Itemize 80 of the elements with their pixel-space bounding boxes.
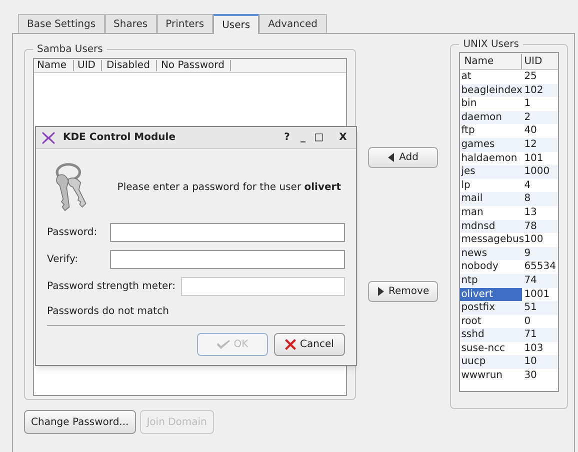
title-bar-button[interactable]: □ <box>312 130 326 144</box>
action-button[interactable]: Change Password... <box>24 410 136 434</box>
title-bar-button[interactable]: _ <box>296 130 310 144</box>
uid-cell-text: 8 <box>523 192 532 206</box>
user-name-cell[interactable]: mail <box>460 192 522 206</box>
tab[interactable]: Users <box>213 14 260 34</box>
prompt-text: Please enter a password for the user olivert <box>117 180 341 194</box>
uid-cell-text: 51 <box>523 301 538 315</box>
right-arrow-icon <box>378 287 384 296</box>
uid-cell-text: 101 <box>523 152 544 166</box>
uid-cell-text: 102 <box>523 84 544 98</box>
tab[interactable]: Advanced <box>259 14 327 33</box>
uid-cell-text: 1001 <box>523 288 551 302</box>
uid-cell-text: 1000 <box>523 165 551 179</box>
tab[interactable]: Base Settings <box>18 14 105 33</box>
user-name-cell[interactable]: messagebus <box>460 233 522 247</box>
uid-cell-text: 12 <box>523 138 538 152</box>
add-button[interactable]: Add <box>368 147 438 168</box>
field-label: Verify: <box>47 253 80 267</box>
field-label: Password strength meter: <box>47 280 176 294</box>
uid-cell-text: 65534 <box>523 260 557 274</box>
user-name-cell[interactable]: postfix <box>460 301 522 315</box>
uid-cell-text: 78 <box>523 220 538 234</box>
uid-cell-text: 10 <box>523 355 538 370</box>
group-title: UNIX Users <box>462 38 520 52</box>
tab[interactable]: Printers <box>156 14 214 33</box>
user-name-cell[interactable]: uucp <box>460 355 522 370</box>
uid-cell-text: 25 <box>523 70 538 84</box>
check-icon <box>216 340 230 350</box>
uid-cell-text: 13 <box>523 206 538 220</box>
group-title: Samba Users <box>36 43 104 57</box>
title-bar-button[interactable]: ? <box>280 130 294 144</box>
field-label: Password: <box>47 226 98 240</box>
user-name-cell[interactable]: ftp <box>460 124 522 138</box>
user-name-cell[interactable]: daemon <box>460 110 522 124</box>
user-name-cell[interactable]: root <box>460 314 522 328</box>
user-name-cell[interactable]: beagleindex <box>460 84 522 98</box>
uid-cell-text: 9 <box>523 246 532 260</box>
uid-cell-text: 40 <box>523 124 538 138</box>
title-bar-button[interactable]: X <box>336 130 350 144</box>
uid-cell-text: 2 <box>523 110 532 124</box>
column-header[interactable]: UID <box>522 54 544 68</box>
user-name-cell[interactable]: jes <box>460 165 522 179</box>
user-name-cell[interactable]: wwwrun <box>460 369 522 383</box>
remove-button[interactable]: Remove <box>368 281 438 302</box>
user-name-cell[interactable]: bin <box>460 97 522 111</box>
column-header[interactable]: No Password <box>160 60 232 71</box>
uid-cell-text: 71 <box>523 328 538 342</box>
column-header[interactable]: Disabled <box>106 60 157 71</box>
dialog-title: KDE Control Module <box>63 131 176 145</box>
uid-cell-text: 0 <box>523 314 532 328</box>
user-name-cell[interactable]: mdnsd <box>460 220 522 234</box>
user-name-cell[interactable]: lp <box>460 178 522 192</box>
tab[interactable]: Shares <box>104 14 157 33</box>
uid-cell-text: 30 <box>523 369 538 383</box>
status-text: Passwords do not match <box>46 305 170 319</box>
user-name-cell[interactable]: nobody <box>460 260 522 274</box>
user-name-cell[interactable]: suse-ncc <box>460 342 522 356</box>
column-header[interactable]: UID <box>78 60 102 71</box>
user-name-cell[interactable]: games <box>460 138 522 152</box>
uid-cell-text: 103 <box>523 342 544 356</box>
cross-icon <box>285 339 296 350</box>
password-field[interactable] <box>110 223 345 242</box>
left-arrow-icon <box>388 153 394 162</box>
column-header[interactable]: Name <box>37 60 74 71</box>
user-name-cell[interactable]: sshd <box>460 328 522 342</box>
user-name-cell[interactable]: news <box>460 246 522 260</box>
user-name-cell[interactable]: man <box>460 206 522 220</box>
column-header[interactable]: Name <box>460 54 522 68</box>
user-name-cell[interactable]: haldaemon <box>460 152 522 166</box>
uid-cell-text: 74 <box>523 274 538 288</box>
user-name-cell[interactable]: at <box>460 70 522 84</box>
password-field[interactable] <box>110 250 345 269</box>
dialog-button[interactable]: Cancel <box>274 333 345 356</box>
user-name-cell[interactable]: ntp <box>460 274 522 288</box>
uid-cell-text: 100 <box>524 233 544 247</box>
user-name-cell[interactable]: olivert <box>460 288 522 302</box>
uid-cell-text: 4 <box>523 178 532 192</box>
uid-cell-text: 1 <box>523 97 532 111</box>
app-logo-icon <box>42 132 55 144</box>
